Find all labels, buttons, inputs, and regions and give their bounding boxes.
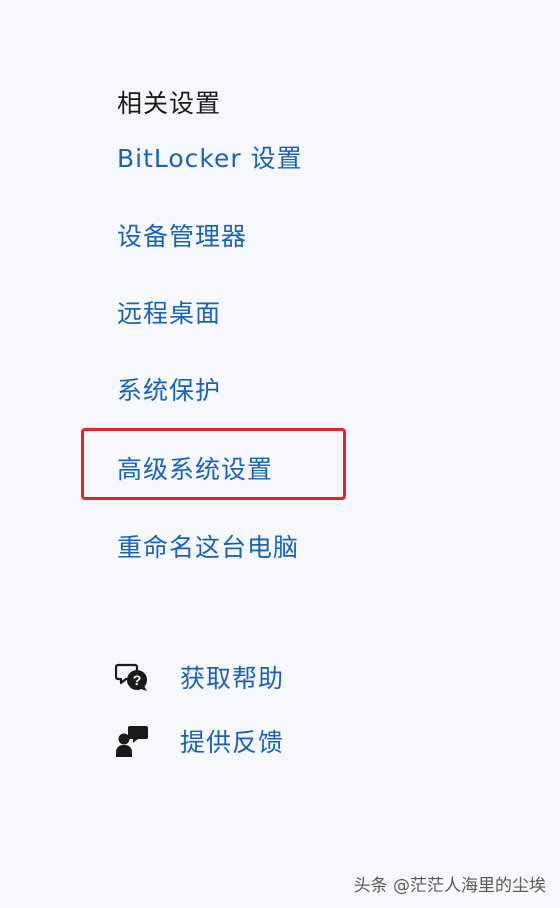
help-chat-icon: ? — [114, 659, 150, 695]
bitlocker-settings-link[interactable]: BitLocker 设置 — [117, 139, 303, 175]
related-settings-panel: 相关设置 BitLocker 设置 设备管理器 远程桌面 系统保护 高级系统设置… — [0, 0, 560, 908]
svg-text:?: ? — [133, 672, 142, 688]
get-help-item[interactable]: ? 获取帮助 — [114, 657, 284, 697]
device-manager-link[interactable]: 设备管理器 — [117, 217, 247, 253]
advanced-system-settings-link[interactable]: 高级系统设置 — [117, 450, 273, 486]
watermark-text: 头条 @茫茫人海里的尘埃 — [353, 876, 546, 896]
rename-this-pc-link[interactable]: 重命名这台电脑 — [117, 528, 299, 564]
remote-desktop-link[interactable]: 远程桌面 — [117, 294, 221, 330]
system-protection-link[interactable]: 系统保护 — [117, 371, 221, 407]
feedback-label: 提供反馈 — [180, 728, 285, 757]
feedback-item[interactable]: 提供反馈 — [114, 721, 284, 761]
related-settings-heading: 相关设置 — [117, 89, 222, 118]
get-help-label: 获取帮助 — [180, 664, 285, 693]
feedback-icon — [114, 723, 150, 759]
